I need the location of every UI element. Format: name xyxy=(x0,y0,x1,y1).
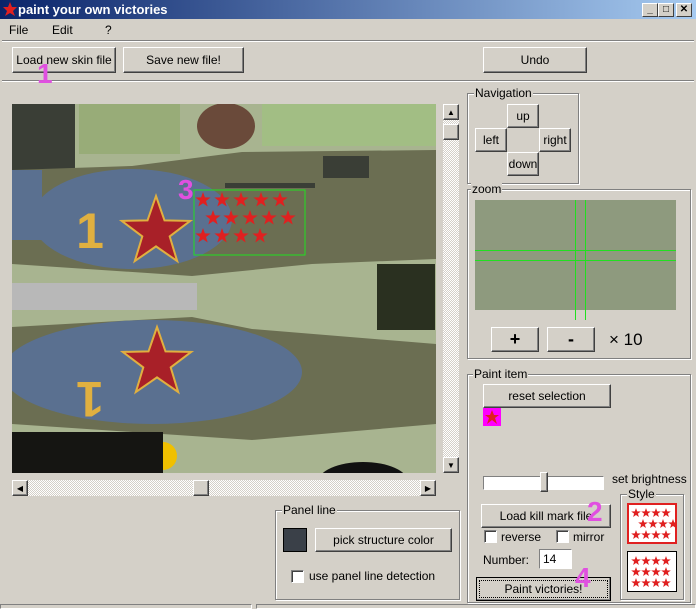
status-bar-pane-2 xyxy=(256,604,696,609)
style-option-grid[interactable] xyxy=(627,551,677,592)
app-star-icon xyxy=(3,2,17,16)
pick-structure-color-button[interactable]: pick structure color xyxy=(315,528,452,552)
horizontal-scrollbar[interactable]: ◀ ▶ xyxy=(12,480,436,496)
zoom-title: zoom xyxy=(471,182,503,196)
panel-line-detection-checkbox[interactable] xyxy=(291,570,304,583)
tail-number-upper: 1 xyxy=(76,203,104,259)
reset-selection-button[interactable]: reset selection xyxy=(483,384,611,408)
save-file-button[interactable]: Save new file! xyxy=(123,47,244,73)
scroll-down-arrow-icon[interactable]: ▼ xyxy=(443,457,459,473)
load-skin-button[interactable]: Load new skin file xyxy=(12,47,116,73)
structure-color-swatch xyxy=(283,528,307,552)
zoom-preview xyxy=(475,200,676,320)
selected-star-swatch xyxy=(483,408,501,426)
mirror-checkbox[interactable] xyxy=(556,530,569,543)
tail-number-lower: 1 xyxy=(76,371,104,427)
nav-right-button[interactable]: right xyxy=(539,128,571,152)
upper-blue-camo xyxy=(32,169,232,269)
undo-button[interactable]: Undo xyxy=(483,47,587,73)
scroll-right-arrow-icon[interactable]: ▶ xyxy=(420,480,436,496)
zoom-out-button[interactable]: - xyxy=(547,327,595,352)
exhaust-pipe xyxy=(12,283,197,310)
maximize-button[interactable]: □ xyxy=(658,3,674,17)
propeller-blade xyxy=(12,432,163,473)
seat-cushion xyxy=(197,104,255,149)
crosshair-v2 xyxy=(585,200,586,320)
style-title: Style xyxy=(627,487,656,501)
zoom-factor: × 10 xyxy=(609,330,643,349)
skin-canvas[interactable]: 1 1 xyxy=(12,104,436,473)
title-bar: paint your own victories _ □ ✕ xyxy=(0,0,696,19)
panel-line-title: Panel line xyxy=(282,503,337,517)
menu-file[interactable]: File xyxy=(9,23,28,37)
navigation-title: Navigation xyxy=(474,86,533,100)
brightness-label: set brightness xyxy=(612,472,687,486)
nav-down-button[interactable]: down xyxy=(507,152,539,176)
paint-item-title: Paint item xyxy=(473,367,529,381)
ribbed-panel xyxy=(262,104,436,146)
status-bar-pane xyxy=(0,604,252,609)
scroll-left-arrow-icon[interactable]: ◀ xyxy=(12,480,28,496)
menu-help[interactable]: ? xyxy=(105,23,112,37)
nav-up-button[interactable]: up xyxy=(507,104,539,128)
mirror-label: mirror xyxy=(573,530,605,544)
zoom-in-button[interactable]: + xyxy=(491,327,539,352)
cockpit-area xyxy=(12,104,75,176)
number-input[interactable]: 14 xyxy=(539,549,572,569)
crosshair-v1 xyxy=(575,200,576,320)
reverse-label: reverse xyxy=(501,530,542,544)
upper-hatch xyxy=(323,156,369,178)
menu-edit[interactable]: Edit xyxy=(52,23,73,37)
panel-line-group: Panel line xyxy=(275,503,460,600)
scroll-up-arrow-icon[interactable]: ▲ xyxy=(443,104,459,120)
annotation-1: 1 xyxy=(37,58,53,89)
vertical-scrollbar[interactable]: ▲ ▼ xyxy=(443,104,459,473)
panel-area xyxy=(79,104,180,154)
minimize-button[interactable]: _ xyxy=(642,3,658,17)
upper-blue-left xyxy=(12,170,42,240)
style-option-staggered[interactable] xyxy=(627,503,677,544)
annotation-4: 4 xyxy=(575,562,591,593)
right-element xyxy=(377,264,435,330)
nav-left-button[interactable]: left xyxy=(475,128,507,152)
annotation-2: 2 xyxy=(587,496,603,527)
brightness-slider-thumb[interactable] xyxy=(539,472,548,492)
upper-panel-strip xyxy=(225,183,315,188)
vertical-scroll-thumb[interactable] xyxy=(443,124,459,140)
reverse-checkbox[interactable] xyxy=(484,530,497,543)
number-label: Number: xyxy=(483,553,530,567)
panel-line-detection-label: use panel line detection xyxy=(309,569,436,583)
horizontal-scroll-thumb[interactable] xyxy=(193,480,209,496)
annotation-3: 3 xyxy=(178,174,194,205)
window-title: paint your own victories xyxy=(18,2,168,17)
close-button[interactable]: ✕ xyxy=(676,3,692,17)
